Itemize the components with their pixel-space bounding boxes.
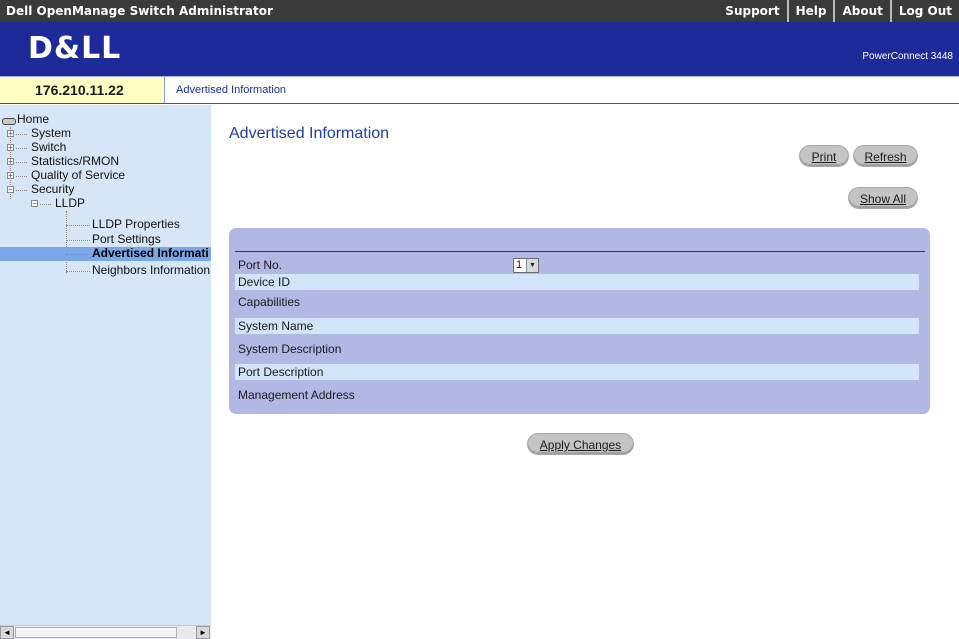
tree-item-label: Switch: [31, 140, 67, 154]
tree-connector: [40, 204, 51, 205]
form-row-port-description: Port Description: [235, 364, 919, 380]
form-row-capabilities: Capabilities: [235, 294, 919, 310]
app-title: Dell OpenManage Switch Administrator: [6, 4, 273, 18]
collapse-icon[interactable]: −: [31, 200, 38, 208]
form-row-management-address: Management Address: [235, 387, 919, 403]
apply-changes-button[interactable]: Apply Changes: [527, 433, 634, 455]
sidebar-tree: Home + System + Switch + Statistics/RMON…: [0, 105, 211, 639]
field-label: Capabilities: [238, 295, 301, 309]
tree-item-security[interactable]: Security: [31, 183, 74, 196]
field-label: Device ID: [238, 275, 291, 289]
tree-connector: [66, 225, 90, 226]
field-label: Management Address: [238, 388, 355, 402]
field-label: Port Description: [238, 365, 324, 379]
dell-logo: D&LL: [28, 31, 122, 66]
breadcrumb: Advertised Information: [176, 84, 287, 96]
banner: D&LL PowerConnect 3448: [0, 22, 959, 76]
model-name: PowerConnect 3448: [862, 51, 953, 62]
field-label: Port No.: [238, 258, 283, 272]
tree-item-label: LLDP: [55, 196, 86, 210]
tree-item-system[interactable]: System: [31, 127, 71, 140]
tree-item-label: Statistics/RMON: [31, 154, 120, 168]
switch-ip: 176.210.11.22: [0, 77, 165, 103]
tree-item-port-settings[interactable]: Port Settings: [92, 233, 161, 246]
tree-item-switch[interactable]: Switch: [31, 141, 66, 154]
tree-item-label: Home: [17, 112, 50, 126]
about-link[interactable]: About: [833, 0, 889, 22]
scrollbar-thumb[interactable]: [15, 627, 177, 638]
refresh-button[interactable]: Refresh: [853, 145, 918, 167]
support-link[interactable]: Support: [718, 0, 786, 22]
tree-item-home[interactable]: Home: [17, 113, 49, 126]
advertised-info-panel: Port No. 1 ▼ Device ID Capabilities Syst…: [229, 228, 930, 414]
expand-icon[interactable]: +: [7, 144, 14, 152]
address-bar: 176.210.11.22 Advertised Information: [0, 76, 959, 104]
page-title: Advertised Information: [229, 125, 390, 142]
port-no-select[interactable]: 1 ▼: [513, 258, 539, 273]
form-row-system-name: System Name: [235, 318, 919, 334]
form-row-system-description: System Description: [235, 341, 919, 357]
scroll-right-icon[interactable]: ►: [196, 626, 210, 639]
tree-item-label: Port Settings: [92, 232, 161, 246]
tree-connector: [16, 148, 27, 149]
tree-item-label: LLDP Properties: [92, 217, 180, 231]
tree-item-label: System: [31, 126, 72, 140]
title-bar: Dell OpenManage Switch Administrator Sup…: [0, 0, 959, 22]
tree-connector: [16, 162, 27, 163]
main-content: Advertised Information Print Refresh Sho…: [212, 105, 959, 639]
collapse-icon[interactable]: −: [7, 186, 14, 194]
logout-link[interactable]: Log Out: [889, 0, 959, 22]
panel-divider: [235, 251, 925, 252]
tree-item-label: Security: [31, 182, 75, 196]
tree-connector: [66, 254, 90, 255]
chevron-down-icon[interactable]: ▼: [526, 259, 538, 272]
tree-connector: [16, 134, 27, 135]
tree-connector: [16, 176, 27, 177]
form-row-port-no: Port No.: [235, 257, 919, 273]
tree-item-neighbors-information[interactable]: Neighbors Information: [92, 264, 210, 277]
tree-item-qos[interactable]: Quality of Service: [31, 169, 125, 182]
show-all-button[interactable]: Show All: [848, 187, 918, 209]
port-no-value: 1: [516, 259, 523, 271]
tree-item-label: Quality of Service: [31, 168, 126, 182]
expand-icon[interactable]: +: [7, 158, 14, 166]
scroll-left-icon[interactable]: ◄: [0, 626, 14, 639]
tree-connector: [66, 271, 90, 272]
field-label: System Description: [238, 342, 342, 356]
tree-connector: [66, 211, 67, 273]
tree-connector: [16, 190, 27, 191]
tree-item-statistics[interactable]: Statistics/RMON: [31, 155, 119, 168]
home-icon: [2, 118, 16, 125]
top-nav: Support Help About Log Out: [718, 0, 959, 22]
tree-item-label: Neighbors Information: [92, 263, 211, 277]
tree-item-lldp-properties[interactable]: LLDP Properties: [92, 218, 180, 231]
expand-icon[interactable]: +: [7, 130, 14, 138]
form-row-device-id: Device ID: [235, 274, 919, 290]
expand-icon[interactable]: +: [7, 172, 14, 180]
tree-item-advertised-information[interactable]: Advertised Informati: [0, 247, 211, 261]
tree-connector: [66, 240, 90, 241]
field-label: System Name: [238, 319, 314, 333]
print-button[interactable]: Print: [799, 145, 849, 167]
sidebar-scrollbar[interactable]: ◄ ►: [0, 625, 211, 639]
tree-item-label: Advertised Informati: [92, 246, 209, 260]
tree-item-lldp[interactable]: LLDP: [55, 197, 85, 210]
help-link[interactable]: Help: [786, 0, 834, 22]
